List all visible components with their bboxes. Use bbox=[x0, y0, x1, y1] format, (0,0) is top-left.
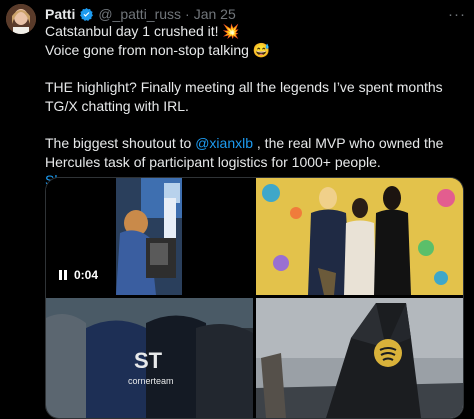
tweet-paragraph-2: THE highlight? Finally meeting all the l… bbox=[45, 79, 443, 114]
tweet-line-1: Catstanbul day 1 crushed it! 💥 bbox=[45, 23, 240, 39]
media-video[interactable]: 0:04 bbox=[46, 178, 253, 295]
avatar[interactable] bbox=[6, 4, 36, 34]
statue-photo-image bbox=[256, 298, 463, 418]
separator: · bbox=[185, 6, 190, 22]
video-time: 0:04 bbox=[74, 268, 99, 282]
tweet-line-2: Voice gone from non-stop talking 😅 bbox=[45, 41, 271, 58]
tweet-paragraph-3: The biggest shoutout to @xianxlb , the r… bbox=[45, 134, 465, 171]
group-photo-image bbox=[256, 178, 463, 295]
tweet-paragraph-3-pre: The biggest shoutout to bbox=[45, 135, 196, 151]
author-handle[interactable]: @_patti_russ bbox=[98, 6, 181, 22]
author-name[interactable]: Patti bbox=[45, 6, 75, 22]
media-photo-crowd[interactable]: ST cornerteam bbox=[46, 298, 253, 418]
svg-text:ST: ST bbox=[134, 348, 163, 373]
tweet-card[interactable]: Patti @_patti_russ · Jan 25 ··· Catstanb… bbox=[0, 0, 474, 419]
tweet-date[interactable]: Jan 25 bbox=[194, 6, 236, 22]
pause-icon[interactable] bbox=[58, 270, 68, 280]
media-photo-statue[interactable] bbox=[256, 298, 463, 418]
mention-link[interactable]: @xianxlb bbox=[195, 135, 253, 151]
more-options-icon[interactable]: ··· bbox=[448, 6, 466, 23]
cornerteam-logo-text: cornerteam bbox=[128, 376, 174, 386]
crowd-photo-image: ST cornerteam bbox=[46, 298, 253, 418]
tweet-text: Catstanbul day 1 crushed it! 💥 Voice gon… bbox=[45, 22, 465, 190]
media-grid: 0:04 ST cornerteam bbox=[45, 177, 464, 419]
tweet-header: Patti @_patti_russ · Jan 25 ··· bbox=[45, 5, 466, 23]
media-photo-group[interactable] bbox=[256, 178, 463, 295]
verified-badge-icon bbox=[80, 7, 94, 21]
video-controls[interactable]: 0:04 bbox=[58, 268, 98, 282]
